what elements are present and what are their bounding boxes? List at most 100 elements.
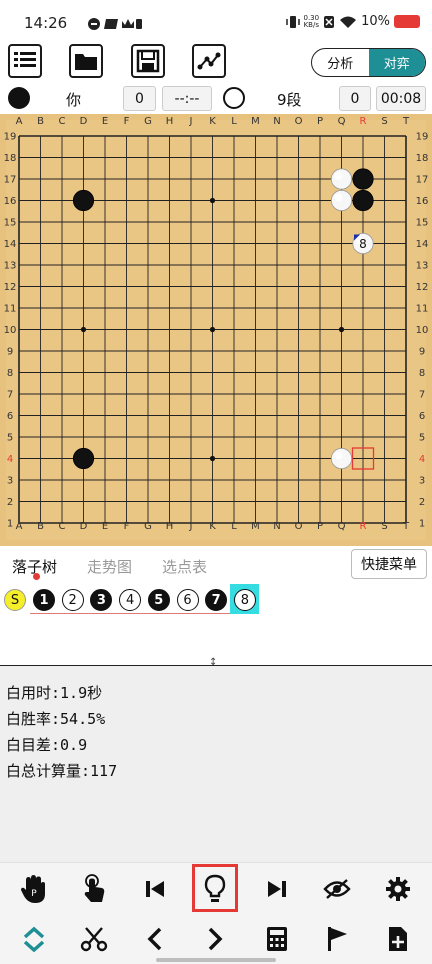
expand-collapse-button[interactable]: [17, 922, 51, 956]
column-label: F: [124, 116, 130, 127]
tree-node-move[interactable]: 4: [119, 589, 142, 611]
row-label: 6: [7, 411, 13, 422]
row-label: 16: [416, 196, 429, 207]
mode-toggle[interactable]: 分析 对弈: [311, 48, 426, 77]
last-move-button[interactable]: [260, 872, 294, 906]
tab-trend-chart[interactable]: 走势图: [87, 556, 132, 577]
white-player-stone: [223, 87, 245, 109]
black-stone[interactable]: [352, 189, 374, 212]
tree-node-move[interactable]: 5: [147, 589, 170, 611]
tree-node-move[interactable]: 1: [33, 589, 55, 611]
column-label: K: [209, 116, 216, 127]
settings-button[interactable]: [381, 872, 415, 906]
row-label: 14: [416, 239, 429, 250]
scissors-icon: [80, 927, 108, 952]
white-clock: 00:08: [376, 86, 426, 111]
go-board[interactable]: AABBCCDDEEFFGGHHJJKKLLMMNNOOPPQQRRSSTT19…: [0, 114, 432, 546]
hide-eye-icon: [323, 879, 351, 899]
row-label: 18: [4, 153, 17, 164]
save-button[interactable]: [131, 44, 165, 78]
white-stone[interactable]: [330, 168, 353, 190]
row-label: 15: [4, 218, 17, 229]
flag-icon: [328, 927, 347, 951]
expand-collapse-icon: [23, 926, 45, 952]
column-label: Q: [338, 521, 346, 532]
calculator-icon: [267, 927, 287, 951]
column-label: B: [37, 116, 44, 127]
row-label: 8: [419, 368, 425, 379]
list-icon: [14, 52, 36, 67]
row-label: 17: [416, 175, 429, 186]
row-label: 18: [416, 153, 429, 164]
star-point: [209, 326, 216, 333]
column-label: T: [402, 521, 410, 532]
tab-point-table[interactable]: 选点表: [162, 556, 207, 577]
tab-indicator-dot: [33, 573, 40, 580]
row-label: 2: [419, 497, 425, 508]
column-label: P: [317, 116, 323, 127]
vibrate-icon: [285, 15, 300, 28]
pass-button[interactable]: P: [17, 872, 51, 906]
new-file-icon: [389, 927, 407, 951]
next-icon: [208, 927, 223, 951]
star-point: [80, 326, 87, 333]
row-label: 13: [416, 261, 429, 272]
toggle-visibility-button[interactable]: [320, 872, 354, 906]
row-label: 1: [419, 519, 425, 530]
new-game-button[interactable]: [381, 922, 415, 956]
mode-play-tab[interactable]: 对弈: [368, 49, 425, 76]
column-label: C: [59, 116, 66, 127]
cut-branch-button[interactable]: [77, 922, 111, 956]
analysis-info-panel: 白用时:1.9秒 白胜率:54.5% 白目差:0.9 白总计算量:117: [0, 666, 432, 862]
tree-node-move[interactable]: 3: [90, 589, 113, 611]
column-label: P: [317, 521, 323, 532]
black-stone[interactable]: [352, 168, 374, 190]
settings-gear-icon: [386, 877, 410, 901]
column-label: L: [231, 521, 237, 532]
next-move-button[interactable]: [198, 922, 232, 956]
column-label: H: [166, 521, 174, 532]
quick-menu-button[interactable]: 快捷菜单: [351, 549, 427, 579]
info-white-time: 白用时:1.9秒: [6, 684, 103, 702]
first-move-icon: [146, 881, 164, 897]
stone-shine: [334, 193, 343, 202]
move-list-button[interactable]: [8, 44, 42, 78]
touch-mode-button[interactable]: [77, 872, 111, 906]
status-time: 14:26: [24, 14, 68, 32]
column-label: O: [295, 116, 303, 127]
column-label: Q: [338, 116, 346, 127]
row-label: 4: [7, 454, 13, 465]
row-label: 16: [4, 196, 17, 207]
info-white-score: 白目差:0.9: [6, 736, 88, 754]
tree-node-move[interactable]: 7: [205, 589, 228, 611]
first-move-button[interactable]: [138, 872, 172, 906]
battery-icon: [394, 15, 420, 28]
tree-node-move[interactable]: 6: [176, 589, 199, 611]
notification-icons: [88, 18, 142, 30]
mode-analysis-tab[interactable]: 分析: [312, 49, 369, 76]
info-white-winrate: 白胜率:54.5%: [6, 710, 106, 728]
wifi-icon: [340, 16, 357, 28]
black-stone[interactable]: [72, 447, 95, 470]
open-folder-button[interactable]: [69, 44, 103, 78]
white-stone[interactable]: [330, 447, 353, 470]
net-speed: 0.30 KB/s: [303, 13, 320, 29]
row-label: 19: [416, 132, 429, 143]
battery-text: 10%: [361, 14, 390, 29]
row-label: 11: [4, 304, 17, 315]
tree-node-move[interactable]: 8: [233, 589, 256, 611]
share-button[interactable]: [192, 44, 226, 78]
row-label: 6: [419, 411, 425, 422]
white-stone[interactable]: [330, 189, 353, 212]
column-label: A: [16, 521, 23, 532]
column-label: L: [231, 116, 237, 127]
resign-button[interactable]: [320, 922, 354, 956]
info-white-visits: 白总计算量:117: [6, 762, 118, 780]
row-label: 7: [7, 390, 13, 401]
black-stone[interactable]: [72, 189, 95, 212]
tree-node-move[interactable]: 2: [61, 589, 84, 611]
count-button[interactable]: [260, 922, 294, 956]
previous-move-button[interactable]: [138, 922, 172, 956]
column-label: A: [16, 116, 23, 127]
tree-node-start[interactable]: S: [4, 589, 26, 611]
